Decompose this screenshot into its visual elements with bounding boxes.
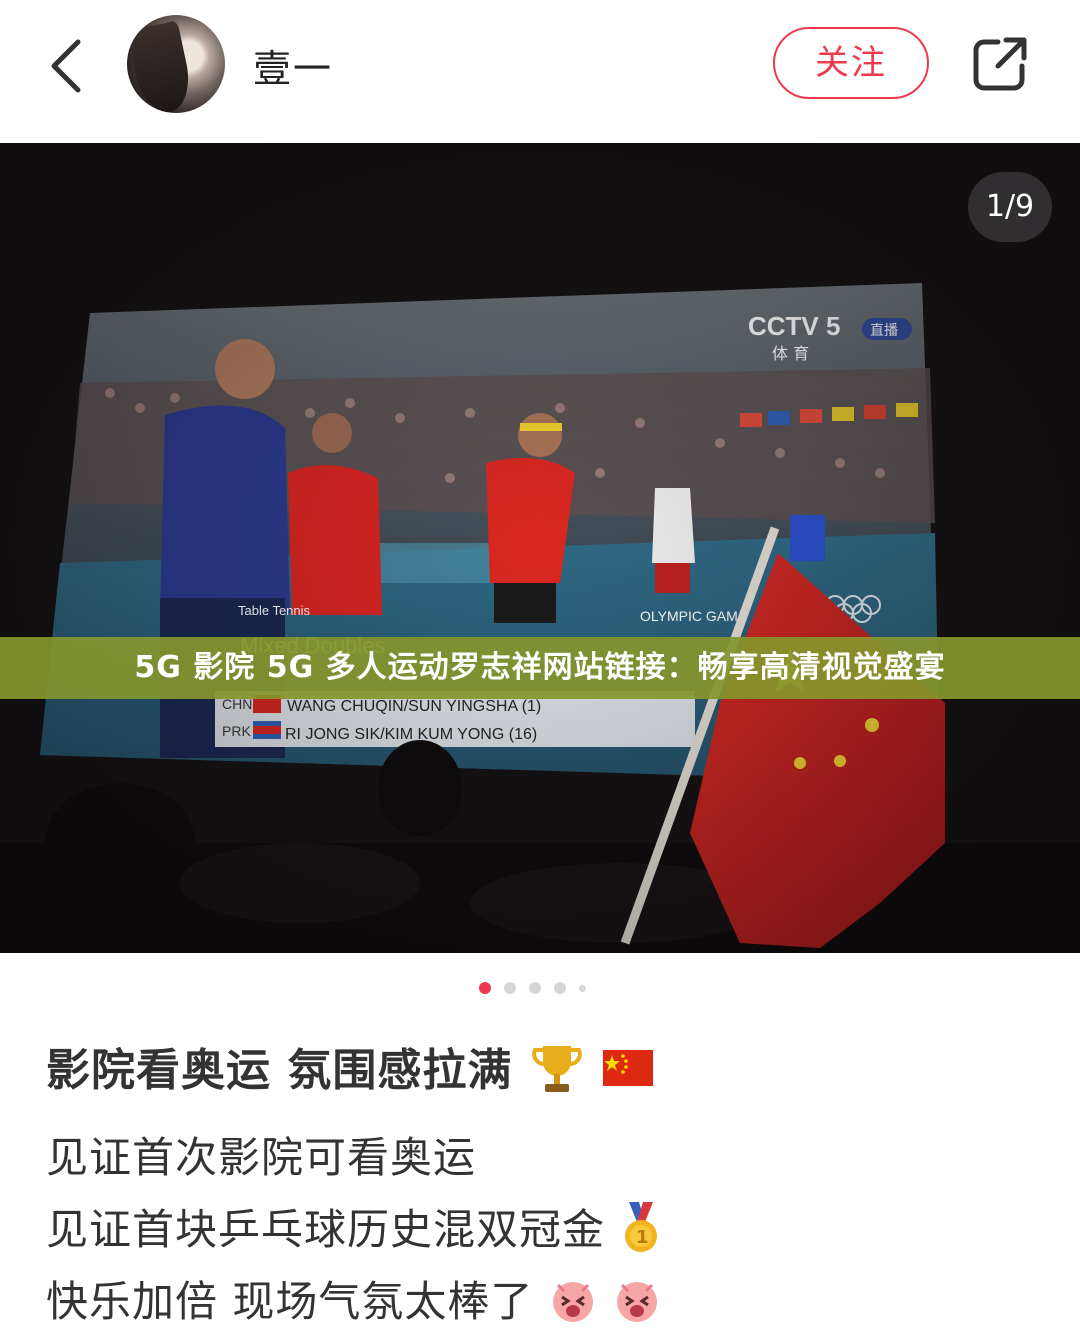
username[interactable]: 壹一 bbox=[253, 38, 333, 93]
excited-face-icon bbox=[612, 1275, 662, 1335]
follow-button[interactable]: 关注 bbox=[773, 27, 929, 99]
carousel-dot-active[interactable] bbox=[479, 982, 491, 994]
post-line-1: 见证首次影院可看奥运 bbox=[46, 1124, 476, 1185]
chevron-left-icon bbox=[51, 39, 81, 93]
post-title: 影院看奥运 氛围感拉满 bbox=[46, 1034, 655, 1107]
post-line-text: 见证首次影院可看奥运 bbox=[46, 1133, 477, 1182]
trophy-icon bbox=[529, 1040, 585, 1107]
excited-face-icon bbox=[548, 1275, 598, 1335]
carousel-dot[interactable] bbox=[529, 982, 541, 994]
china-flag-icon bbox=[601, 1048, 655, 1099]
carousel-dot[interactable] bbox=[554, 982, 566, 994]
cinema-scene-image: CCTV 5 体 育 直播 Table Tennis Mixed Doubles… bbox=[0, 143, 1080, 953]
post-line-text: 快乐加倍 现场气氛太棒了 bbox=[46, 1277, 534, 1326]
page-indicator: 1/9 bbox=[968, 172, 1052, 242]
post-title-text: 影院看奥运 氛围感拉满 bbox=[46, 1045, 513, 1096]
gold-medal-icon: 1 bbox=[619, 1200, 663, 1266]
back-button[interactable] bbox=[44, 36, 94, 96]
overlay-banner: 5G 影院 5G 多人运动罗志祥网站链接：畅享高清视觉盛宴 bbox=[0, 637, 1080, 699]
post-line-text: 见证首块乒乓球历史混双冠金 bbox=[46, 1205, 606, 1254]
carousel-dot[interactable] bbox=[504, 982, 516, 994]
share-icon bbox=[973, 37, 1027, 91]
carousel-dots bbox=[0, 980, 1080, 996]
post-line-3: 快乐加倍 现场气氛太棒了 bbox=[46, 1268, 662, 1335]
post-photo[interactable]: CCTV 5 体 育 直播 Table Tennis Mixed Doubles… bbox=[0, 143, 1080, 953]
svg-text:1: 1 bbox=[636, 1227, 650, 1248]
top-bar: 壹一 关注 bbox=[0, 0, 1080, 140]
share-button[interactable] bbox=[970, 34, 1030, 94]
avatar[interactable] bbox=[127, 15, 225, 113]
carousel-dot[interactable] bbox=[579, 985, 586, 992]
post-line-2: 见证首块乒乓球历史混双冠金 1 bbox=[46, 1196, 663, 1266]
